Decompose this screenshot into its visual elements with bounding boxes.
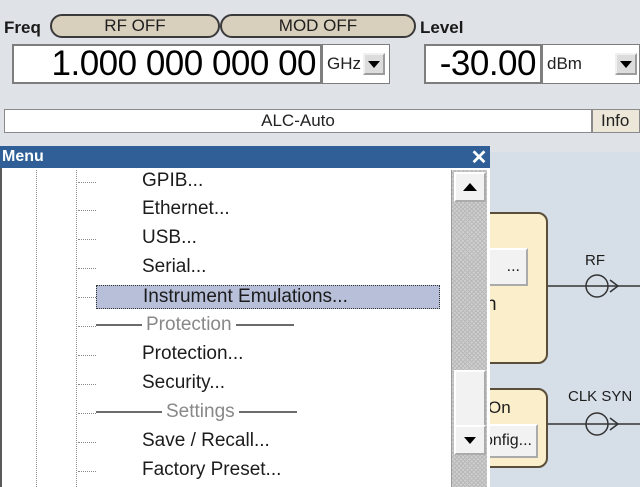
level-unit-select[interactable]: dBm [542,44,640,84]
menu-section-settings: Settings [96,401,297,423]
tree-branch [78,268,96,269]
clk-block-state: On [488,398,511,417]
menu-item-label: Instrument Emulations... [143,286,348,307]
rf-off-button[interactable]: RF OFF [50,14,220,38]
section-label: Protection [146,314,232,335]
menu-item-factory-preset[interactable]: Factory Preset... [142,459,281,481]
menu-title: Menu [2,148,44,165]
level-label: Level [420,18,464,37]
tree-branch [78,182,96,183]
section-divider [238,411,297,413]
scroll-down-button[interactable] [454,425,486,455]
menu-item-gpib[interactable]: GPIB... [142,170,203,192]
menu-item-ethernet[interactable]: Ethernet... [142,198,230,220]
chevron-down-icon [464,436,476,444]
chevron-up-icon [463,183,477,191]
menu-item-save-recall[interactable]: Save / Recall... [142,430,270,452]
menu-item-protection[interactable]: Protection... [142,343,243,365]
connector-graphics [548,274,640,436]
tree-branch [78,326,96,327]
freq-label: Freq [4,18,41,37]
alc-status-field: ALC-Auto [4,109,592,133]
frequency-unit-dropdown-button[interactable] [363,53,385,75]
mod-off-button[interactable]: MOD OFF [220,14,416,38]
section-divider [235,324,294,326]
section-divider [96,324,142,326]
chevron-down-icon [620,60,632,68]
menu-item-instrument-emulations[interactable]: Instrument Emulations... [96,285,440,309]
scroll-thumb[interactable] [454,370,486,432]
info-button[interactable]: Info [592,109,640,133]
section-label: Settings [166,401,235,422]
menu-item-usb[interactable]: USB... [142,227,197,249]
section-divider [96,411,162,413]
frequency-unit-text: GHz [327,54,361,73]
tree-branch [78,471,96,472]
tree-branch [78,442,96,443]
tree-branch [78,239,96,240]
frequency-unit-select[interactable]: GHz [322,44,390,84]
tree-branch [78,297,96,298]
tree-guide-line [36,170,37,487]
tree-branch [78,384,96,385]
menu-item-security[interactable]: Security... [142,372,225,394]
tree-guide-line [76,170,77,487]
scroll-up-button[interactable] [454,172,486,202]
tree-branch [78,413,96,414]
tree-branch [78,355,96,356]
tree-branch [78,210,96,211]
frequency-value-field[interactable]: 1.000 000 000 00 [12,44,322,84]
close-icon[interactable]: ✕ [468,146,490,169]
menu-item-serial[interactable]: Serial... [142,256,206,278]
level-unit-text: dBm [547,54,582,73]
menu-title-bar[interactable]: Menu ✕ [0,146,490,169]
level-value-field[interactable]: -30.00 [424,44,542,84]
menu-section-protection: Protection [96,314,294,336]
chevron-down-icon [368,60,380,68]
level-unit-dropdown-button[interactable] [615,53,637,75]
menu-scrollbar[interactable] [451,170,487,487]
